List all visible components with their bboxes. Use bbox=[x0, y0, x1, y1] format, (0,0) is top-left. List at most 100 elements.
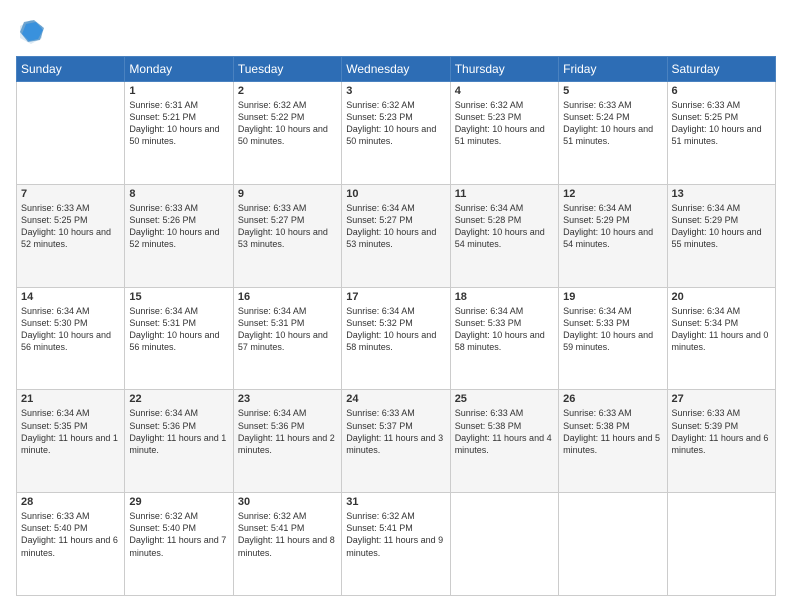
day-info: Sunrise: 6:33 AMSunset: 5:27 PMDaylight:… bbox=[238, 202, 337, 251]
weekday-header: Tuesday bbox=[233, 57, 341, 82]
day-number: 24 bbox=[346, 393, 445, 405]
day-number: 3 bbox=[346, 85, 445, 97]
calendar-cell: 17 Sunrise: 6:34 AMSunset: 5:32 PMDayligh… bbox=[342, 287, 450, 390]
calendar-cell bbox=[450, 493, 558, 596]
calendar-cell: 31 Sunrise: 6:32 AMSunset: 5:41 PMDayligh… bbox=[342, 493, 450, 596]
day-info: Sunrise: 6:34 AMSunset: 5:33 PMDaylight:… bbox=[455, 305, 554, 354]
weekday-header: Saturday bbox=[667, 57, 775, 82]
day-info: Sunrise: 6:34 AMSunset: 5:29 PMDaylight:… bbox=[672, 202, 771, 251]
weekday-header: Sunday bbox=[17, 57, 125, 82]
calendar-cell: 12Sunrise: 6:34 AMSunset: 5:29 PMDayligh… bbox=[559, 184, 667, 287]
day-info: Sunrise: 6:32 AMSunset: 5:41 PMDaylight:… bbox=[346, 510, 445, 559]
calendar-week-row: 14 Sunrise: 6:34 AMSunset: 5:30 PMDayligh… bbox=[17, 287, 776, 390]
day-number: 23 bbox=[238, 393, 337, 405]
day-number: 19 bbox=[563, 291, 662, 303]
logo-icon bbox=[16, 16, 46, 46]
day-number: 20 bbox=[672, 291, 771, 303]
day-info: Sunrise: 6:33 AMSunset: 5:37 PMDaylight:… bbox=[346, 407, 445, 456]
day-number: 22 bbox=[129, 393, 228, 405]
day-number: 30 bbox=[238, 496, 337, 508]
calendar-cell: 15 Sunrise: 6:34 AMSunset: 5:31 PMDayligh… bbox=[125, 287, 233, 390]
logo bbox=[16, 16, 50, 46]
calendar-cell: 19Sunrise: 6:34 AMSunset: 5:33 PMDayligh… bbox=[559, 287, 667, 390]
calendar-cell: 4 Sunrise: 6:32 AMSunset: 5:23 PMDaylight… bbox=[450, 82, 558, 185]
calendar-week-row: 1 Sunrise: 6:31 AMSunset: 5:21 PMDaylight… bbox=[17, 82, 776, 185]
weekday-header: Wednesday bbox=[342, 57, 450, 82]
day-number: 5 bbox=[563, 85, 662, 97]
day-number: 14 bbox=[21, 291, 120, 303]
day-info: Sunrise: 6:34 AMSunset: 5:35 PMDaylight:… bbox=[21, 407, 120, 456]
day-info: Sunrise: 6:31 AMSunset: 5:21 PMDaylight:… bbox=[129, 99, 228, 148]
day-number: 29 bbox=[129, 496, 228, 508]
calendar-week-row: 28 Sunrise: 6:33 AMSunset: 5:40 PMDayligh… bbox=[17, 493, 776, 596]
calendar-cell: 29 Sunrise: 6:32 AMSunset: 5:40 PMDayligh… bbox=[125, 493, 233, 596]
calendar-cell: 27 Sunrise: 6:33 AMSunset: 5:39 PMDayligh… bbox=[667, 390, 775, 493]
calendar-cell: 9 Sunrise: 6:33 AMSunset: 5:27 PMDaylight… bbox=[233, 184, 341, 287]
day-number: 1 bbox=[129, 85, 228, 97]
calendar-cell: 18 Sunrise: 6:34 AMSunset: 5:33 PMDayligh… bbox=[450, 287, 558, 390]
calendar-cell: 21 Sunrise: 6:34 AMSunset: 5:35 PMDayligh… bbox=[17, 390, 125, 493]
day-info: Sunrise: 6:32 AMSunset: 5:23 PMDaylight:… bbox=[455, 99, 554, 148]
calendar-cell: 5Sunrise: 6:33 AMSunset: 5:24 PMDaylight… bbox=[559, 82, 667, 185]
weekday-header: Thursday bbox=[450, 57, 558, 82]
day-info: Sunrise: 6:34 AMSunset: 5:30 PMDaylight:… bbox=[21, 305, 120, 354]
day-number: 15 bbox=[129, 291, 228, 303]
calendar-week-row: 21 Sunrise: 6:34 AMSunset: 5:35 PMDayligh… bbox=[17, 390, 776, 493]
calendar-cell bbox=[667, 493, 775, 596]
day-info: Sunrise: 6:32 AMSunset: 5:40 PMDaylight:… bbox=[129, 510, 228, 559]
day-number: 27 bbox=[672, 393, 771, 405]
weekday-header: Friday bbox=[559, 57, 667, 82]
day-number: 12 bbox=[563, 188, 662, 200]
calendar-week-row: 7 Sunrise: 6:33 AMSunset: 5:25 PMDaylight… bbox=[17, 184, 776, 287]
calendar-cell: 25Sunrise: 6:33 AMSunset: 5:38 PMDayligh… bbox=[450, 390, 558, 493]
day-info: Sunrise: 6:33 AMSunset: 5:25 PMDaylight:… bbox=[672, 99, 771, 148]
header bbox=[16, 16, 776, 46]
weekday-header-row: SundayMondayTuesdayWednesdayThursdayFrid… bbox=[17, 57, 776, 82]
day-info: Sunrise: 6:34 AMSunset: 5:34 PMDaylight:… bbox=[672, 305, 771, 354]
calendar-cell: 11Sunrise: 6:34 AMSunset: 5:28 PMDayligh… bbox=[450, 184, 558, 287]
day-number: 25 bbox=[455, 393, 554, 405]
day-number: 7 bbox=[21, 188, 120, 200]
day-info: Sunrise: 6:33 AMSunset: 5:25 PMDaylight:… bbox=[21, 202, 120, 251]
day-info: Sunrise: 6:33 AMSunset: 5:39 PMDaylight:… bbox=[672, 407, 771, 456]
day-number: 28 bbox=[21, 496, 120, 508]
day-number: 6 bbox=[672, 85, 771, 97]
calendar-cell: 1 Sunrise: 6:31 AMSunset: 5:21 PMDaylight… bbox=[125, 82, 233, 185]
calendar-cell bbox=[559, 493, 667, 596]
day-info: Sunrise: 6:32 AMSunset: 5:23 PMDaylight:… bbox=[346, 99, 445, 148]
day-number: 17 bbox=[346, 291, 445, 303]
day-number: 21 bbox=[21, 393, 120, 405]
day-info: Sunrise: 6:34 AMSunset: 5:32 PMDaylight:… bbox=[346, 305, 445, 354]
weekday-header: Monday bbox=[125, 57, 233, 82]
day-number: 8 bbox=[129, 188, 228, 200]
day-info: Sunrise: 6:33 AMSunset: 5:38 PMDaylight:… bbox=[563, 407, 662, 456]
day-number: 10 bbox=[346, 188, 445, 200]
calendar-cell: 26 Sunrise: 6:33 AMSunset: 5:38 PMDayligh… bbox=[559, 390, 667, 493]
page: SundayMondayTuesdayWednesdayThursdayFrid… bbox=[0, 0, 792, 612]
calendar-cell: 24 Sunrise: 6:33 AMSunset: 5:37 PMDayligh… bbox=[342, 390, 450, 493]
calendar-cell: 23 Sunrise: 6:34 AMSunset: 5:36 PMDayligh… bbox=[233, 390, 341, 493]
calendar-cell: 16 Sunrise: 6:34 AMSunset: 5:31 PMDayligh… bbox=[233, 287, 341, 390]
day-number: 18 bbox=[455, 291, 554, 303]
calendar-cell: 6 Sunrise: 6:33 AMSunset: 5:25 PMDaylight… bbox=[667, 82, 775, 185]
calendar-cell: 14 Sunrise: 6:34 AMSunset: 5:30 PMDayligh… bbox=[17, 287, 125, 390]
day-number: 31 bbox=[346, 496, 445, 508]
calendar-cell: 10 Sunrise: 6:34 AMSunset: 5:27 PMDayligh… bbox=[342, 184, 450, 287]
calendar-table: SundayMondayTuesdayWednesdayThursdayFrid… bbox=[16, 56, 776, 596]
calendar-cell: 13Sunrise: 6:34 AMSunset: 5:29 PMDayligh… bbox=[667, 184, 775, 287]
day-number: 26 bbox=[563, 393, 662, 405]
day-info: Sunrise: 6:34 AMSunset: 5:31 PMDaylight:… bbox=[238, 305, 337, 354]
day-info: Sunrise: 6:32 AMSunset: 5:22 PMDaylight:… bbox=[238, 99, 337, 148]
day-info: Sunrise: 6:34 AMSunset: 5:27 PMDaylight:… bbox=[346, 202, 445, 251]
day-info: Sunrise: 6:34 AMSunset: 5:31 PMDaylight:… bbox=[129, 305, 228, 354]
day-number: 9 bbox=[238, 188, 337, 200]
day-number: 4 bbox=[455, 85, 554, 97]
day-info: Sunrise: 6:33 AMSunset: 5:40 PMDaylight:… bbox=[21, 510, 120, 559]
calendar-cell: 7 Sunrise: 6:33 AMSunset: 5:25 PMDaylight… bbox=[17, 184, 125, 287]
calendar-cell: 20 Sunrise: 6:34 AMSunset: 5:34 PMDayligh… bbox=[667, 287, 775, 390]
day-info: Sunrise: 6:33 AMSunset: 5:26 PMDaylight:… bbox=[129, 202, 228, 251]
day-info: Sunrise: 6:34 AMSunset: 5:36 PMDaylight:… bbox=[238, 407, 337, 456]
day-number: 16 bbox=[238, 291, 337, 303]
calendar-cell bbox=[17, 82, 125, 185]
calendar-cell: 8 Sunrise: 6:33 AMSunset: 5:26 PMDaylight… bbox=[125, 184, 233, 287]
